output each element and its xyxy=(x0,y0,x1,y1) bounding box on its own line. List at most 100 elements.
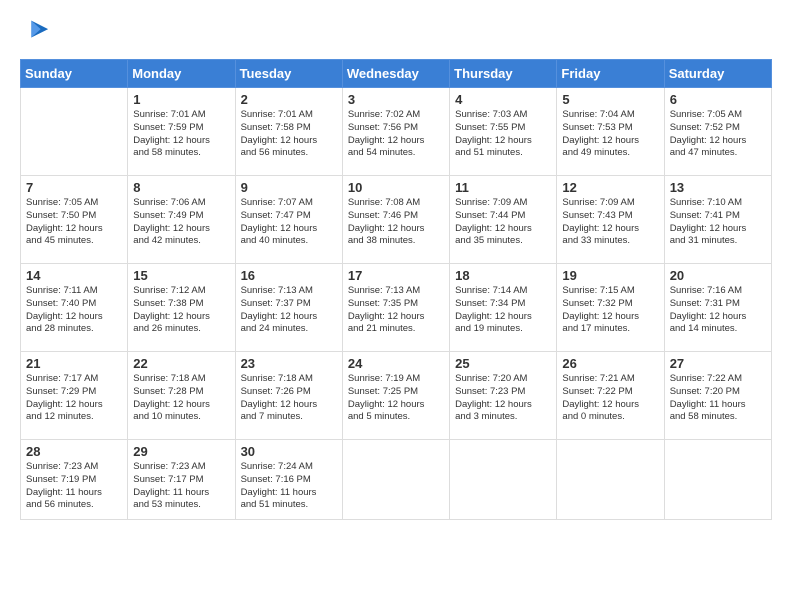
day-info: Sunrise: 7:18 AM Sunset: 7:26 PM Dayligh… xyxy=(241,373,337,424)
calendar-cell: 21Sunrise: 7:17 AM Sunset: 7:29 PM Dayli… xyxy=(21,352,128,440)
day-number: 28 xyxy=(26,444,122,459)
day-number: 29 xyxy=(133,444,229,459)
day-number: 13 xyxy=(670,180,766,195)
day-number: 2 xyxy=(241,92,337,107)
calendar-cell: 24 Sunrise: 7:19 AM Sunset: 7:25 PM Dayli… xyxy=(342,352,449,440)
calendar-cell xyxy=(342,440,449,520)
calendar-cell: 22Sunrise: 7:18 AM Sunset: 7:28 PM Dayli… xyxy=(128,352,235,440)
week-row-3: 14 Sunrise: 7:11 AM Sunset: 7:40 PM Dayli… xyxy=(21,264,772,352)
day-info: Sunrise: 7:05 AM Sunset: 7:50 PM Dayligh… xyxy=(26,197,122,248)
week-row-4: 21Sunrise: 7:17 AM Sunset: 7:29 PM Dayli… xyxy=(21,352,772,440)
calendar-cell: 10 Sunrise: 7:08 AM Sunset: 7:46 PM Dayli… xyxy=(342,176,449,264)
week-row-2: 7 Sunrise: 7:05 AM Sunset: 7:50 PM Daylig… xyxy=(21,176,772,264)
day-number: 24 xyxy=(348,356,444,371)
day-number: 3 xyxy=(348,92,444,107)
day-info: Sunrise: 7:08 AM Sunset: 7:46 PM Dayligh… xyxy=(348,197,444,248)
calendar-cell: 13 Sunrise: 7:10 AM Sunset: 7:41 PM Dayli… xyxy=(664,176,771,264)
day-info: Sunrise: 7:07 AM Sunset: 7:47 PM Dayligh… xyxy=(241,197,337,248)
day-info: Sunrise: 7:06 AM Sunset: 7:49 PM Dayligh… xyxy=(133,197,229,248)
calendar-cell: 18 Sunrise: 7:14 AM Sunset: 7:34 PM Dayli… xyxy=(450,264,557,352)
day-info: Sunrise: 7:16 AM Sunset: 7:31 PM Dayligh… xyxy=(670,285,766,336)
day-number: 18 xyxy=(455,268,551,283)
day-number: 7 xyxy=(26,180,122,195)
day-number: 17 xyxy=(348,268,444,283)
day-info: Sunrise: 7:03 AM Sunset: 7:55 PM Dayligh… xyxy=(455,109,551,160)
calendar-cell: 29 Sunrise: 7:23 AM Sunset: 7:17 PM Dayli… xyxy=(128,440,235,520)
calendar-cell: 8Sunrise: 7:06 AM Sunset: 7:49 PM Daylig… xyxy=(128,176,235,264)
calendar-cell xyxy=(557,440,664,520)
calendar-cell: 2 Sunrise: 7:01 AM Sunset: 7:58 PM Daylig… xyxy=(235,88,342,176)
day-info: Sunrise: 7:13 AM Sunset: 7:35 PM Dayligh… xyxy=(348,285,444,336)
day-number: 4 xyxy=(455,92,551,107)
calendar-cell: 12Sunrise: 7:09 AM Sunset: 7:43 PM Dayli… xyxy=(557,176,664,264)
day-info: Sunrise: 7:15 AM Sunset: 7:32 PM Dayligh… xyxy=(562,285,658,336)
calendar-cell: 1 Sunrise: 7:01 AM Sunset: 7:59 PM Daylig… xyxy=(128,88,235,176)
header xyxy=(20,16,772,49)
day-number: 20 xyxy=(670,268,766,283)
calendar-table: SundayMondayTuesdayWednesdayThursdayFrid… xyxy=(20,59,772,520)
day-number: 12 xyxy=(562,180,658,195)
day-number: 11 xyxy=(455,180,551,195)
day-info: Sunrise: 7:17 AM Sunset: 7:29 PM Dayligh… xyxy=(26,373,122,424)
calendar-cell: 16 Sunrise: 7:13 AM Sunset: 7:37 PM Dayli… xyxy=(235,264,342,352)
day-info: Sunrise: 7:04 AM Sunset: 7:53 PM Dayligh… xyxy=(562,109,658,160)
day-number: 19 xyxy=(562,268,658,283)
calendar-cell: 14 Sunrise: 7:11 AM Sunset: 7:40 PM Dayli… xyxy=(21,264,128,352)
calendar-cell: 3 Sunrise: 7:02 AM Sunset: 7:56 PM Daylig… xyxy=(342,88,449,176)
day-number: 23 xyxy=(241,356,337,371)
calendar-cell xyxy=(21,88,128,176)
weekday-header-friday: Friday xyxy=(557,60,664,88)
day-number: 26 xyxy=(562,356,658,371)
calendar-cell: 7 Sunrise: 7:05 AM Sunset: 7:50 PM Daylig… xyxy=(21,176,128,264)
day-number: 27 xyxy=(670,356,766,371)
day-number: 10 xyxy=(348,180,444,195)
weekday-header-monday: Monday xyxy=(128,60,235,88)
day-info: Sunrise: 7:23 AM Sunset: 7:17 PM Dayligh… xyxy=(133,461,229,512)
day-number: 9 xyxy=(241,180,337,195)
weekday-header-wednesday: Wednesday xyxy=(342,60,449,88)
weekday-header-saturday: Saturday xyxy=(664,60,771,88)
week-row-5: 28 Sunrise: 7:23 AM Sunset: 7:19 PM Dayli… xyxy=(21,440,772,520)
day-info: Sunrise: 7:23 AM Sunset: 7:19 PM Dayligh… xyxy=(26,461,122,512)
calendar-cell: 28 Sunrise: 7:23 AM Sunset: 7:19 PM Dayli… xyxy=(21,440,128,520)
calendar-cell: 15Sunrise: 7:12 AM Sunset: 7:38 PM Dayli… xyxy=(128,264,235,352)
day-number: 16 xyxy=(241,268,337,283)
weekday-header-thursday: Thursday xyxy=(450,60,557,88)
day-info: Sunrise: 7:14 AM Sunset: 7:34 PM Dayligh… xyxy=(455,285,551,336)
calendar-cell: 17 Sunrise: 7:13 AM Sunset: 7:35 PM Dayli… xyxy=(342,264,449,352)
logo xyxy=(20,16,50,49)
calendar-cell: 20 Sunrise: 7:16 AM Sunset: 7:31 PM Dayli… xyxy=(664,264,771,352)
day-number: 30 xyxy=(241,444,337,459)
day-number: 5 xyxy=(562,92,658,107)
day-number: 14 xyxy=(26,268,122,283)
day-info: Sunrise: 7:02 AM Sunset: 7:56 PM Dayligh… xyxy=(348,109,444,160)
calendar-cell: 11Sunrise: 7:09 AM Sunset: 7:44 PM Dayli… xyxy=(450,176,557,264)
day-info: Sunrise: 7:05 AM Sunset: 7:52 PM Dayligh… xyxy=(670,109,766,160)
logo-icon xyxy=(22,16,50,44)
calendar-cell: 9 Sunrise: 7:07 AM Sunset: 7:47 PM Daylig… xyxy=(235,176,342,264)
day-info: Sunrise: 7:13 AM Sunset: 7:37 PM Dayligh… xyxy=(241,285,337,336)
day-info: Sunrise: 7:10 AM Sunset: 7:41 PM Dayligh… xyxy=(670,197,766,248)
calendar-cell: 23 Sunrise: 7:18 AM Sunset: 7:26 PM Dayli… xyxy=(235,352,342,440)
day-number: 1 xyxy=(133,92,229,107)
day-info: Sunrise: 7:24 AM Sunset: 7:16 PM Dayligh… xyxy=(241,461,337,512)
day-info: Sunrise: 7:20 AM Sunset: 7:23 PM Dayligh… xyxy=(455,373,551,424)
calendar-cell: 19 Sunrise: 7:15 AM Sunset: 7:32 PM Dayli… xyxy=(557,264,664,352)
calendar-cell: 30 Sunrise: 7:24 AM Sunset: 7:16 PM Dayli… xyxy=(235,440,342,520)
day-number: 25 xyxy=(455,356,551,371)
day-info: Sunrise: 7:01 AM Sunset: 7:58 PM Dayligh… xyxy=(241,109,337,160)
day-info: Sunrise: 7:01 AM Sunset: 7:59 PM Dayligh… xyxy=(133,109,229,160)
day-info: Sunrise: 7:22 AM Sunset: 7:20 PM Dayligh… xyxy=(670,373,766,424)
calendar-cell: 25 Sunrise: 7:20 AM Sunset: 7:23 PM Dayli… xyxy=(450,352,557,440)
day-info: Sunrise: 7:19 AM Sunset: 7:25 PM Dayligh… xyxy=(348,373,444,424)
calendar-cell xyxy=(664,440,771,520)
day-info: Sunrise: 7:21 AM Sunset: 7:22 PM Dayligh… xyxy=(562,373,658,424)
day-number: 6 xyxy=(670,92,766,107)
calendar-cell xyxy=(450,440,557,520)
calendar-cell: 4 Sunrise: 7:03 AM Sunset: 7:55 PM Daylig… xyxy=(450,88,557,176)
weekday-header-tuesday: Tuesday xyxy=(235,60,342,88)
day-info: Sunrise: 7:11 AM Sunset: 7:40 PM Dayligh… xyxy=(26,285,122,336)
day-number: 15 xyxy=(133,268,229,283)
calendar-cell: 26 Sunrise: 7:21 AM Sunset: 7:22 PM Dayli… xyxy=(557,352,664,440)
day-info: Sunrise: 7:18 AM Sunset: 7:28 PM Dayligh… xyxy=(133,373,229,424)
